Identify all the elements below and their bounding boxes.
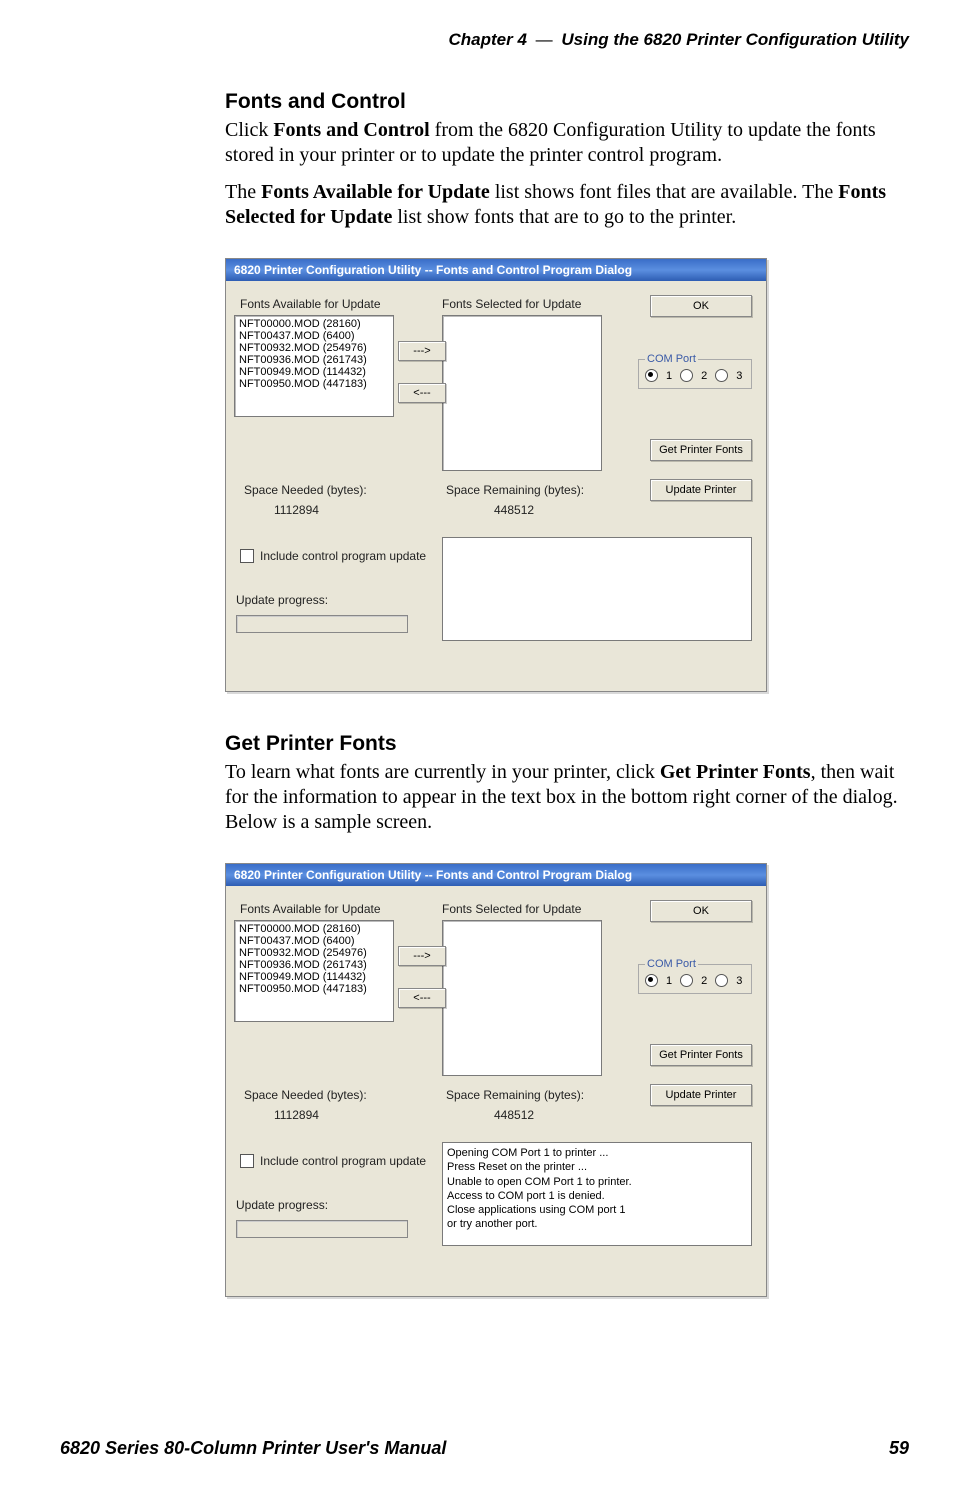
value-space-remaining-2: 448512 [494, 1108, 534, 1122]
footer-page-number: 59 [889, 1438, 909, 1459]
label-update-progress: Update progress: [236, 593, 328, 607]
com-port-1-radio[interactable] [645, 369, 658, 382]
status-textbox[interactable] [442, 537, 752, 641]
list-item[interactable]: NFT00000.MOD (28160) [239, 923, 389, 935]
ok-button[interactable]: OK [650, 295, 752, 317]
get-printer-fonts-button[interactable]: Get Printer Fonts [650, 439, 752, 461]
section1-paragraph1: Click Fonts and Control from the 6820 Co… [225, 118, 909, 168]
list-item[interactable]: NFT00000.MOD (28160) [239, 318, 389, 330]
list-item[interactable]: NFT00932.MOD (254976) [239, 947, 389, 959]
listbox-fonts-available[interactable]: NFT00000.MOD (28160) NFT00437.MOD (6400)… [234, 315, 394, 417]
label-space-needed-2: Space Needed (bytes): [244, 1088, 367, 1102]
com-port-3-radio-2[interactable] [715, 974, 728, 987]
dialog-fonts-control-2: 6820 Printer Configuration Utility -- Fo… [225, 863, 767, 1297]
list-item[interactable]: NFT00949.MOD (114432) [239, 366, 389, 378]
label-fonts-available: Fonts Available for Update [240, 297, 381, 311]
footer-manual-title: 6820 Series 80-Column Printer User's Man… [60, 1438, 446, 1459]
listbox-fonts-available-2[interactable]: NFT00000.MOD (28160) NFT00437.MOD (6400)… [234, 920, 394, 1022]
add-button-2[interactable]: ---> [398, 946, 446, 966]
label-include-control-program: Include control program update [260, 549, 426, 563]
section-title-get-printer-fonts: Get Printer Fonts [225, 732, 909, 756]
get-printer-fonts-button-2[interactable]: Get Printer Fonts [650, 1044, 752, 1066]
status-line: Unable to open COM Port 1 to printer. [447, 1175, 747, 1189]
value-space-needed: 1112894 [274, 503, 319, 517]
ok-button-2[interactable]: OK [650, 900, 752, 922]
status-line: or try another port. [447, 1217, 747, 1231]
section2-paragraph1: To learn what fonts are currently in you… [225, 760, 909, 835]
value-space-needed-2: 1112894 [274, 1108, 319, 1122]
label-fonts-available-2: Fonts Available for Update [240, 902, 381, 916]
section1-paragraph2: The Fonts Available for Update list show… [225, 180, 909, 230]
progress-bar [236, 615, 408, 633]
com-port-2-radio-2[interactable] [680, 974, 693, 987]
chapter-label: Chapter 4 [449, 30, 527, 49]
label-update-progress-2: Update progress: [236, 1198, 328, 1212]
chapter-title: Using the 6820 Printer Configuration Uti… [561, 30, 909, 49]
header-separator: — [536, 30, 553, 49]
label-space-needed: Space Needed (bytes): [244, 483, 367, 497]
remove-button[interactable]: <--- [398, 383, 446, 403]
status-line: Press Reset on the printer ... [447, 1160, 747, 1174]
label-fonts-selected: Fonts Selected for Update [442, 297, 581, 311]
include-control-program-checkbox[interactable] [240, 549, 254, 563]
value-space-remaining: 448512 [494, 503, 534, 517]
dialog-titlebar-2: 6820 Printer Configuration Utility -- Fo… [226, 864, 766, 886]
status-line: Opening COM Port 1 to printer ... [447, 1146, 747, 1160]
dialog-fonts-control: 6820 Printer Configuration Utility -- Fo… [225, 258, 767, 692]
com-port-legend: COM Port [645, 353, 698, 365]
label-space-remaining: Space Remaining (bytes): [446, 483, 584, 497]
status-textbox-2[interactable]: Opening COM Port 1 to printer ... Press … [442, 1142, 752, 1246]
remove-button-2[interactable]: <--- [398, 988, 446, 1008]
update-printer-button[interactable]: Update Printer [650, 479, 752, 501]
label-include-control-program-2: Include control program update [260, 1154, 426, 1168]
page-header: Chapter 4 — Using the 6820 Printer Confi… [60, 30, 909, 50]
list-item[interactable]: NFT00932.MOD (254976) [239, 342, 389, 354]
label-space-remaining-2: Space Remaining (bytes): [446, 1088, 584, 1102]
com-port-group-2: COM Port 1 2 3 [638, 958, 752, 994]
screenshot-fonts-control-2: 6820 Printer Configuration Utility -- Fo… [225, 863, 909, 1297]
list-item[interactable]: NFT00950.MOD (447183) [239, 378, 389, 390]
com-port-2-radio[interactable] [680, 369, 693, 382]
label-fonts-selected-2: Fonts Selected for Update [442, 902, 581, 916]
list-item[interactable]: NFT00949.MOD (114432) [239, 971, 389, 983]
list-item[interactable]: NFT00437.MOD (6400) [239, 330, 389, 342]
status-line: Access to COM port 1 is denied. [447, 1189, 747, 1203]
listbox-fonts-selected[interactable] [442, 315, 602, 471]
dialog-titlebar: 6820 Printer Configuration Utility -- Fo… [226, 259, 766, 281]
listbox-fonts-selected-2[interactable] [442, 920, 602, 1076]
list-item[interactable]: NFT00437.MOD (6400) [239, 935, 389, 947]
include-control-program-checkbox-2[interactable] [240, 1154, 254, 1168]
list-item[interactable]: NFT00936.MOD (261743) [239, 354, 389, 366]
update-printer-button-2[interactable]: Update Printer [650, 1084, 752, 1106]
section-title-fonts-control: Fonts and Control [225, 90, 909, 114]
add-button[interactable]: ---> [398, 341, 446, 361]
screenshot-fonts-control-1: 6820 Printer Configuration Utility -- Fo… [225, 258, 909, 692]
com-port-1-radio-2[interactable] [645, 974, 658, 987]
page-footer: 6820 Series 80-Column Printer User's Man… [60, 1438, 909, 1459]
list-item[interactable]: NFT00936.MOD (261743) [239, 959, 389, 971]
list-item[interactable]: NFT00950.MOD (447183) [239, 983, 389, 995]
status-line: Close applications using COM port 1 [447, 1203, 747, 1217]
progress-bar-2 [236, 1220, 408, 1238]
com-port-group: COM Port 1 2 3 [638, 353, 752, 389]
com-port-legend-2: COM Port [645, 958, 698, 970]
com-port-3-radio[interactable] [715, 369, 728, 382]
